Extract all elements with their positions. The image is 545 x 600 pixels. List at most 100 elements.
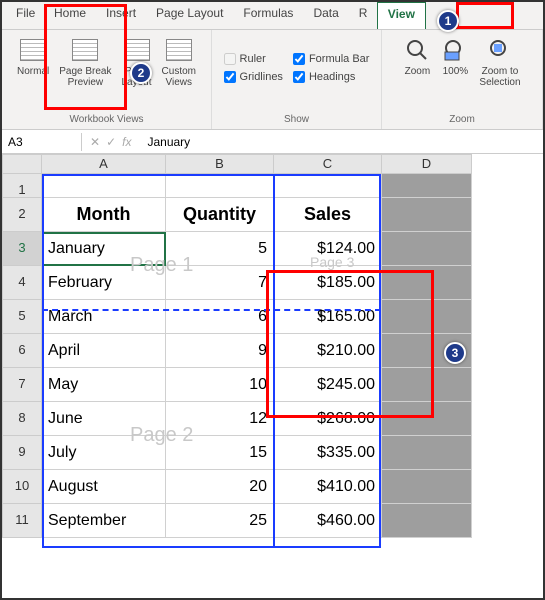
cell-D3[interactable] <box>382 232 472 266</box>
zoom-sel-label-2: Selection <box>479 77 520 88</box>
cell-D2[interactable] <box>382 198 472 232</box>
tab-formulas[interactable]: Formulas <box>233 2 303 29</box>
cell-C8[interactable]: $268.00 <box>274 402 382 436</box>
formula-bar-checkbox[interactable]: Formula Bar <box>293 53 370 65</box>
cell-D7[interactable] <box>382 368 472 402</box>
cell-B10[interactable]: 20 <box>166 470 274 504</box>
cell-A4[interactable]: February <box>42 266 166 300</box>
zoom-icon <box>403 36 431 64</box>
cell-C2[interactable]: Sales <box>274 198 382 232</box>
cell-D5[interactable] <box>382 300 472 334</box>
tab-review[interactable]: R <box>349 2 377 29</box>
col-header-c[interactable]: C <box>274 154 382 174</box>
cell-C11[interactable]: $460.00 <box>274 504 382 538</box>
custom-views-button[interactable]: Custom Views <box>158 34 200 90</box>
ruler-checkbox[interactable]: Ruler <box>224 53 283 65</box>
annotation-badge-1: 1 <box>437 10 459 32</box>
zoom-button[interactable]: Zoom <box>399 34 435 90</box>
headings-label: Headings <box>309 71 355 83</box>
cell-A7[interactable]: May <box>42 368 166 402</box>
cell-D11[interactable] <box>382 504 472 538</box>
cell-A10[interactable]: August <box>42 470 166 504</box>
cell-C4[interactable]: $185.00 <box>274 266 382 300</box>
formula-bar-label: Formula Bar <box>309 53 370 65</box>
cell-B5[interactable]: 6 <box>166 300 274 334</box>
row-header[interactable]: 4 <box>2 266 42 300</box>
cell-D10[interactable] <box>382 470 472 504</box>
zoom-sel-label-1: Zoom to <box>482 66 519 77</box>
cell-B7[interactable]: 10 <box>166 368 274 402</box>
cell-A8[interactable]: June <box>42 402 166 436</box>
custom-views-icon <box>165 36 193 64</box>
group-zoom: Zoom 100% Zoom to Selection Zoom <box>382 30 543 129</box>
page-break-preview-button[interactable]: Page Break Preview <box>55 34 115 90</box>
cell-C9[interactable]: $335.00 <box>274 436 382 470</box>
cell-B8[interactable]: 12 <box>166 402 274 436</box>
cell-A3[interactable]: January <box>42 232 166 266</box>
tab-view[interactable]: View <box>377 2 426 29</box>
cell-B1[interactable] <box>166 174 274 198</box>
row-header[interactable]: 8 <box>2 402 42 436</box>
page-break-label-1: Page Break <box>59 66 111 77</box>
normal-view-button[interactable]: Normal <box>13 34 53 90</box>
fx-icon[interactable]: fx <box>122 135 131 149</box>
annotation-badge-2: 2 <box>130 62 152 84</box>
cell-C1[interactable] <box>274 174 382 198</box>
annotation-badge-3: 3 <box>444 342 466 364</box>
col-header-a[interactable]: A <box>42 154 166 174</box>
row-header[interactable]: 11 <box>2 504 42 538</box>
col-header-b[interactable]: B <box>166 154 274 174</box>
cell-A5[interactable]: March <box>42 300 166 334</box>
cell-B9[interactable]: 15 <box>166 436 274 470</box>
zoom-100-button[interactable]: 100% <box>437 34 473 90</box>
cell-C5[interactable]: $165.00 <box>274 300 382 334</box>
zoom-selection-button[interactable]: Zoom to Selection <box>475 34 524 90</box>
cell-D1[interactable] <box>382 174 472 198</box>
cell-C7[interactable]: $245.00 <box>274 368 382 402</box>
cell-C3[interactable]: $124.00 <box>274 232 382 266</box>
cell-D8[interactable] <box>382 402 472 436</box>
group-label-zoom: Zoom <box>449 114 475 125</box>
tab-insert[interactable]: Insert <box>96 2 146 29</box>
group-workbook-views: Normal Page Break Preview Page Layout Cu… <box>2 30 212 129</box>
name-box[interactable]: A3 <box>2 133 82 151</box>
ruler-label: Ruler <box>240 53 266 65</box>
formula-input[interactable]: January <box>139 135 543 149</box>
row-header[interactable]: 10 <box>2 470 42 504</box>
tab-page-layout[interactable]: Page Layout <box>146 2 233 29</box>
cell-B6[interactable]: 9 <box>166 334 274 368</box>
cell-B4[interactable]: 7 <box>166 266 274 300</box>
cell-A1[interactable] <box>42 174 166 198</box>
gridlines-checkbox[interactable]: Gridlines <box>224 71 283 83</box>
tab-home[interactable]: Home <box>44 2 96 29</box>
cell-D4[interactable] <box>382 266 472 300</box>
cell-A6[interactable]: April <box>42 334 166 368</box>
col-header-d[interactable]: D <box>382 154 472 174</box>
cell-C6[interactable]: $210.00 <box>274 334 382 368</box>
zoom-selection-icon <box>486 36 514 64</box>
group-show: Ruler Formula Bar Gridlines Headings Sho… <box>212 30 382 129</box>
row-header[interactable]: 6 <box>2 334 42 368</box>
tab-file[interactable]: File <box>6 2 44 29</box>
select-all-corner[interactable] <box>2 154 42 174</box>
cell-B3[interactable]: 5 <box>166 232 274 266</box>
cell-D9[interactable] <box>382 436 472 470</box>
row-header[interactable]: 2 <box>2 198 42 232</box>
row-header[interactable]: 5 <box>2 300 42 334</box>
cell-A9[interactable]: July <box>42 436 166 470</box>
cell-C10[interactable]: $410.00 <box>274 470 382 504</box>
cancel-icon[interactable]: ✕ <box>90 135 100 149</box>
row-header[interactable]: 9 <box>2 436 42 470</box>
row-header[interactable]: 7 <box>2 368 42 402</box>
cell-B11[interactable]: 25 <box>166 504 274 538</box>
row-header[interactable]: 3 <box>2 232 42 266</box>
headings-checkbox[interactable]: Headings <box>293 71 370 83</box>
cell-A11[interactable]: September <box>42 504 166 538</box>
normal-icon <box>19 36 47 64</box>
enter-icon[interactable]: ✓ <box>106 135 116 149</box>
row-header[interactable]: 1 <box>2 174 42 198</box>
zoom-100-icon <box>441 36 469 64</box>
cell-A2[interactable]: Month <box>42 198 166 232</box>
tab-data[interactable]: Data <box>303 2 348 29</box>
cell-B2[interactable]: Quantity <box>166 198 274 232</box>
